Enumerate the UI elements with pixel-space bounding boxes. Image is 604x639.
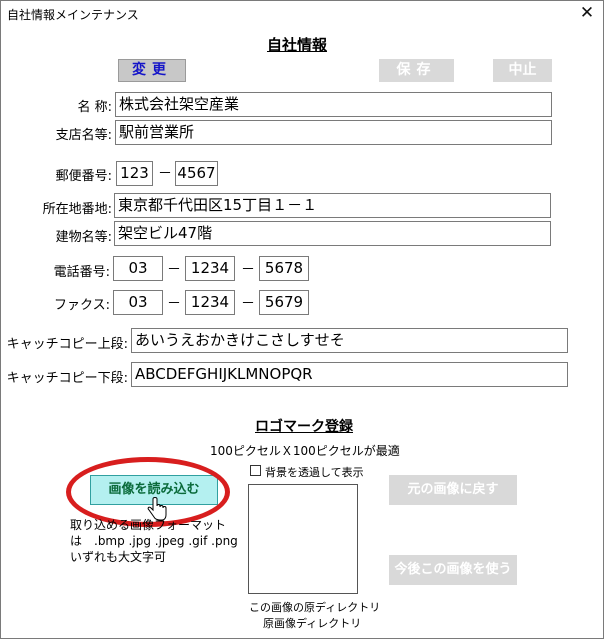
fax-part2[interactable]: 1234	[185, 290, 235, 315]
catch-upper-label: キャッチコピー上段:	[6, 337, 128, 352]
fax-dash-2: －	[241, 296, 255, 312]
building-field[interactable]: 架空ビル47階	[114, 221, 551, 246]
fax-part1[interactable]: 03	[113, 290, 163, 315]
phone-part3[interactable]: 5678	[259, 256, 309, 281]
postal-code-part1[interactable]: 123	[116, 161, 153, 186]
phone-dash-1: －	[167, 262, 181, 278]
catch-upper-field[interactable]: あいうえおかきけこさしすせそ	[131, 328, 568, 353]
cancel-button[interactable]: 中止	[493, 59, 552, 82]
format-note-line3: いずれも大文字可	[70, 550, 167, 564]
phone-part1[interactable]: 03	[113, 256, 163, 281]
phone-dash-2: －	[241, 262, 255, 278]
name-label: 名 称:	[77, 100, 112, 115]
phone-part2[interactable]: 1234	[185, 256, 235, 281]
page-title: 自社情報	[267, 36, 328, 54]
address-label: 所在地番地:	[42, 202, 112, 217]
address-field[interactable]: 東京都千代田区15丁目１－１	[114, 193, 551, 218]
logo-section-heading: ロゴマーク登録	[255, 419, 353, 435]
postal-code-part2[interactable]: 4567	[175, 161, 218, 186]
use-image-button[interactable]: 今後この画像を使う	[389, 555, 517, 585]
restore-image-button[interactable]: 元の画像に戻す	[389, 475, 517, 505]
format-note-line2: は .bmp .jpg .jpeg .gif .png	[70, 534, 238, 548]
logo-preview	[248, 484, 358, 594]
branch-label: 支店名等:	[55, 128, 112, 143]
save-button[interactable]: 保存	[379, 59, 454, 82]
fax-dash-1: －	[167, 296, 181, 312]
window-title: 自社情報メインテナンス	[7, 8, 139, 22]
name-field[interactable]: 株式会社架空産業	[115, 92, 552, 117]
fax-label: ファクス:	[54, 298, 110, 313]
transparent-label: 背景を透過して表示	[265, 466, 364, 479]
postal-dash: －	[158, 166, 172, 182]
fax-part3[interactable]: 5679	[259, 290, 309, 315]
building-label: 建物名等:	[55, 230, 112, 245]
original-dir-value: 原画像ディレクトリ	[263, 617, 362, 630]
catch-lower-field[interactable]: ABCDEFGHIJKLMNOPQR	[131, 362, 568, 387]
close-icon[interactable]: ✕	[571, 1, 603, 25]
change-button[interactable]: 変更	[118, 59, 186, 82]
title-bar: 自社情報メインテナンス ✕	[1, 1, 603, 25]
transparent-checkbox[interactable]	[250, 465, 261, 476]
logo-size-note: 100ピクセルＸ100ピクセルが最適	[210, 444, 400, 458]
format-note-line1: 取り込める画像フォーマット	[70, 518, 227, 532]
branch-field[interactable]: 駅前営業所	[115, 120, 552, 145]
original-dir-label: この画像の原ディレクトリ	[249, 601, 381, 614]
postal-label: 郵便番号:	[55, 169, 112, 184]
phone-label: 電話番号:	[53, 265, 110, 280]
catch-lower-label: キャッチコピー下段:	[6, 371, 128, 386]
